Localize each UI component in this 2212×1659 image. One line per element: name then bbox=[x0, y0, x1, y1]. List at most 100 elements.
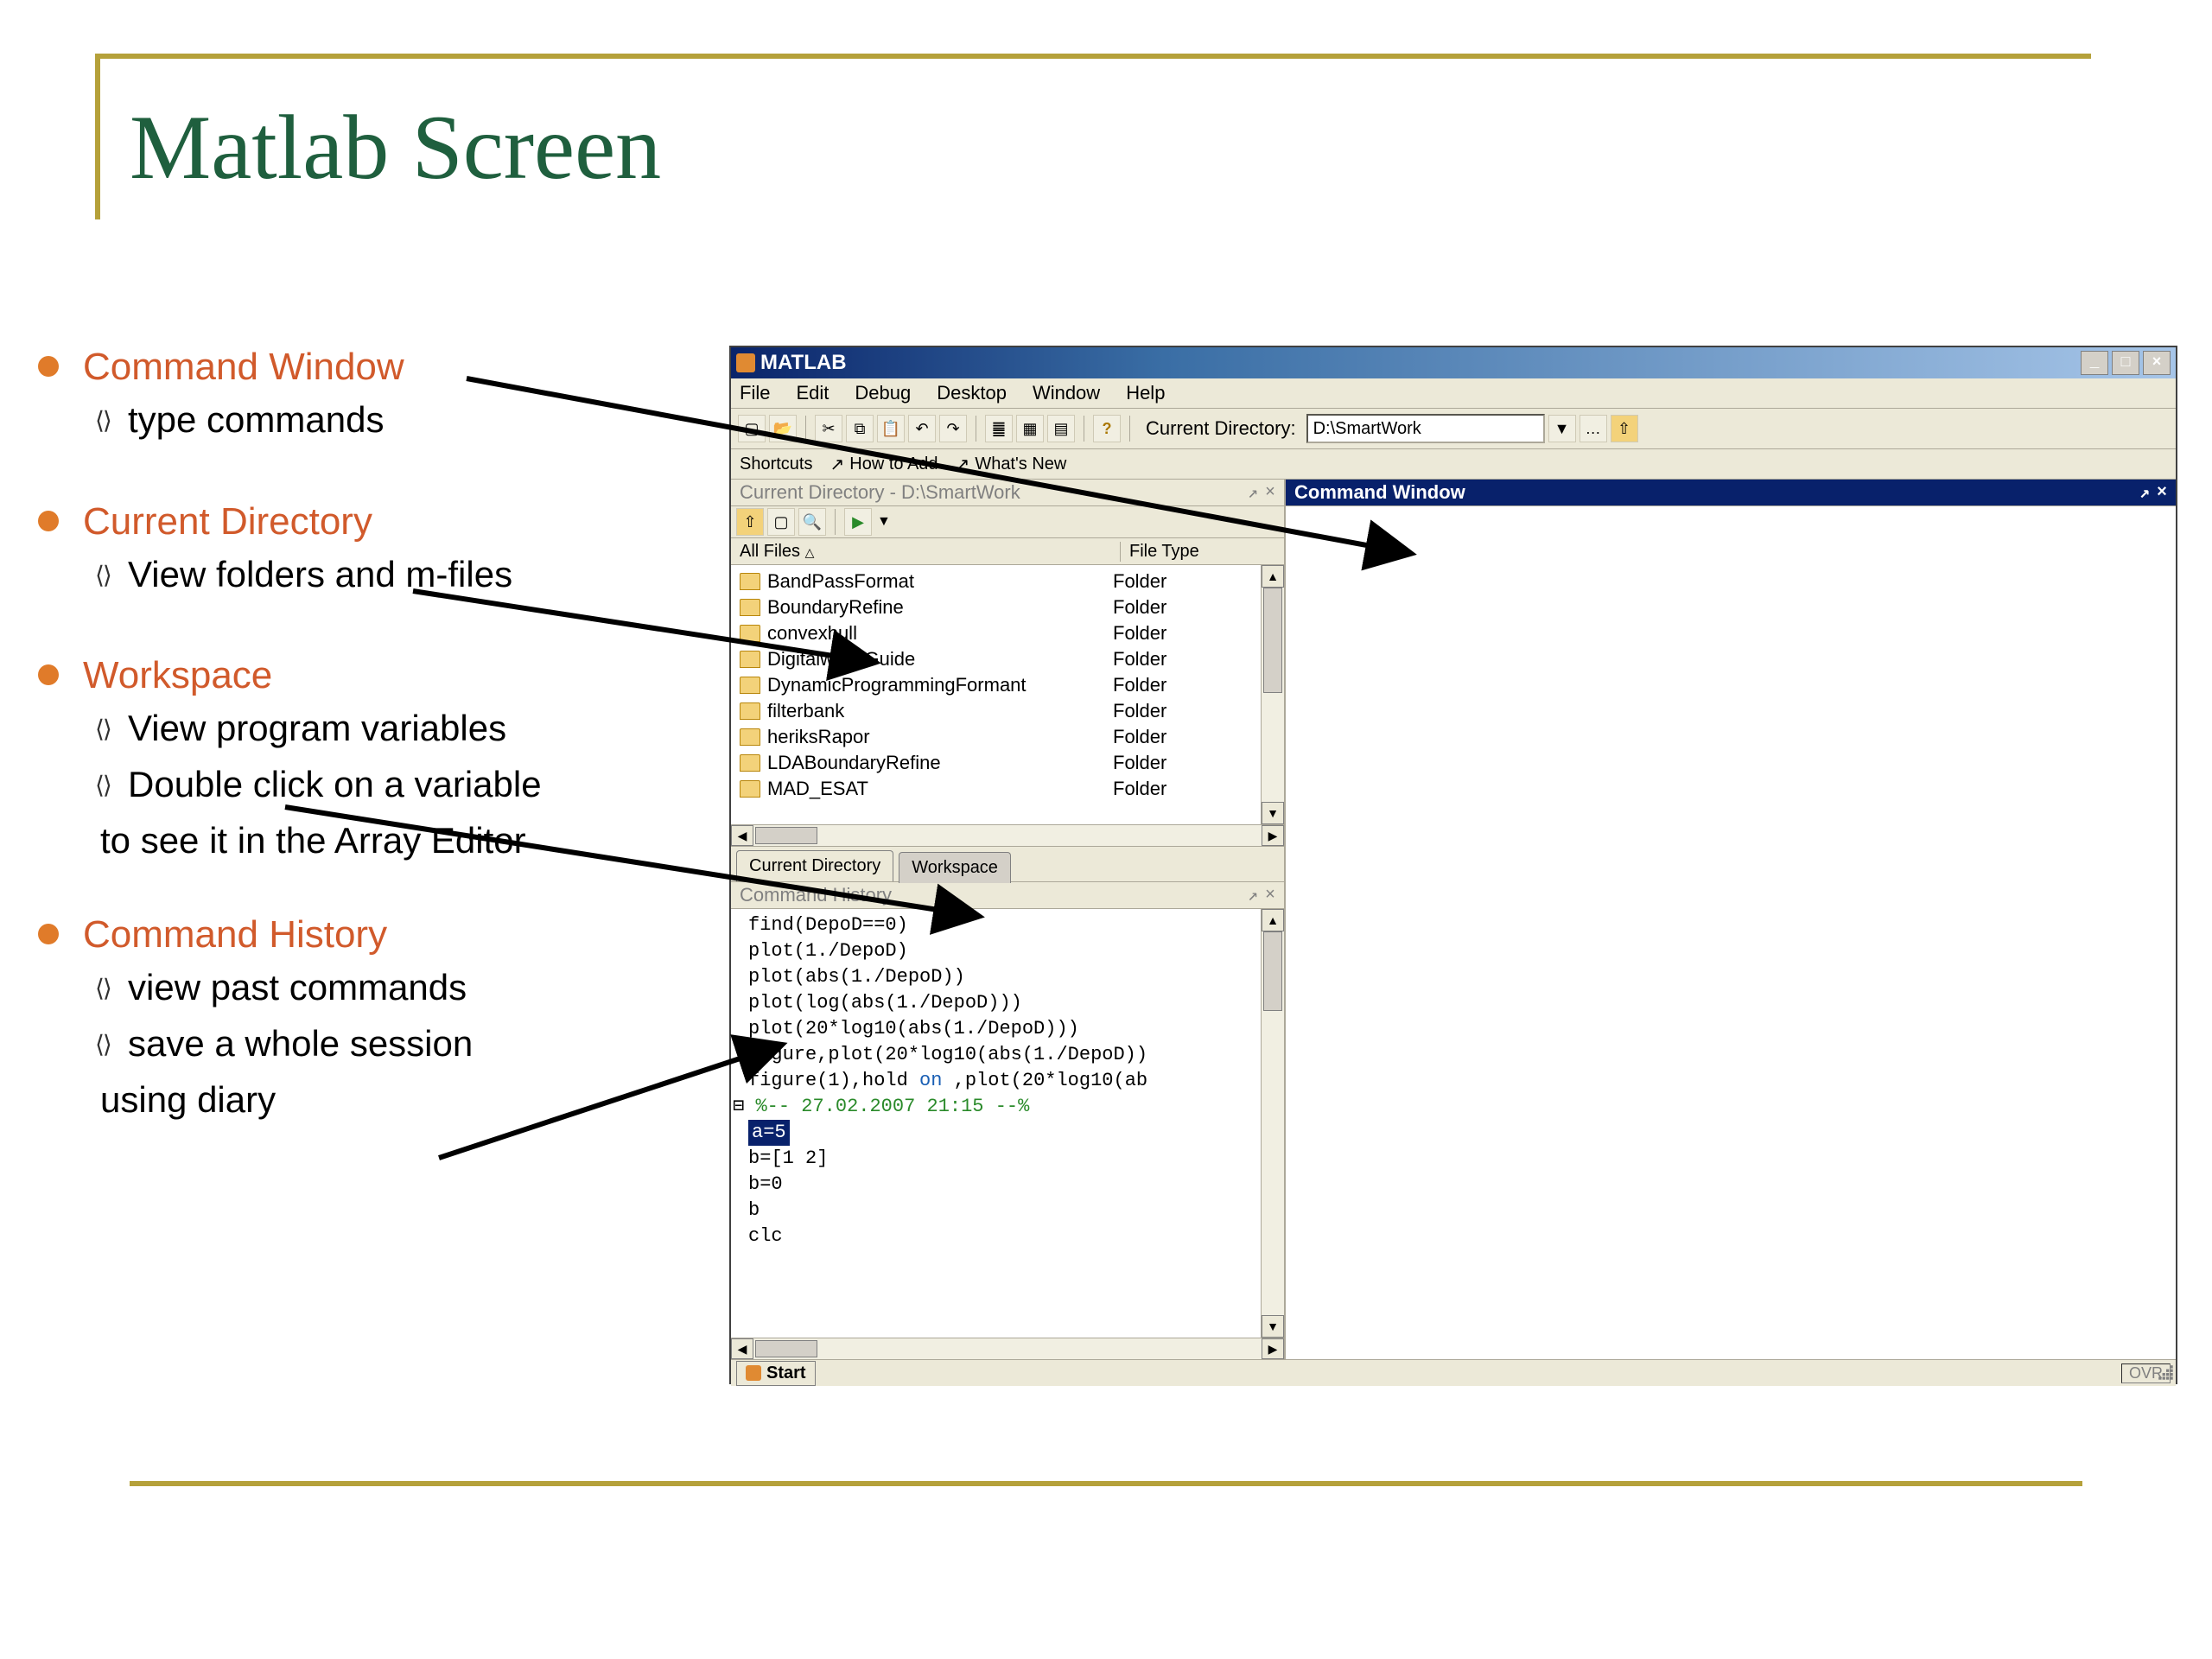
simulink-icon[interactable]: ䷀ bbox=[985, 415, 1013, 442]
history-line-date[interactable]: ⊟ %-- 27.02.2007 21:15 --% bbox=[733, 1094, 1261, 1120]
file-list: BandPassFormatFolder BoundaryRefineFolde… bbox=[731, 565, 1261, 824]
file-row[interactable]: convexhullFolder bbox=[731, 620, 1261, 646]
new-folder-icon[interactable]: ▢ bbox=[767, 508, 795, 536]
current-directory-field[interactable]: D:\SmartWork bbox=[1306, 414, 1545, 443]
scroll-right-icon[interactable]: ▶ bbox=[1262, 1338, 1284, 1359]
scroll-right-icon[interactable]: ▶ bbox=[1262, 825, 1284, 846]
vertical-scrollbar[interactable]: ▲ ▼ bbox=[1261, 565, 1284, 824]
up-folder-icon[interactable]: ⇧ bbox=[736, 508, 764, 536]
history-line[interactable]: b=[1 2] bbox=[748, 1146, 1261, 1172]
history-line[interactable]: b=0 bbox=[748, 1172, 1261, 1198]
horizontal-scrollbar[interactable]: ◀ ▶ bbox=[731, 1338, 1284, 1359]
folder-icon bbox=[740, 651, 760, 668]
bullet-ring-icon: ⟨⟩ bbox=[95, 771, 128, 799]
file-row[interactable]: filterbankFolder bbox=[731, 698, 1261, 724]
menu-window[interactable]: Window bbox=[1033, 382, 1100, 404]
history-line[interactable]: clc bbox=[748, 1224, 1261, 1249]
tab-workspace[interactable]: Workspace bbox=[899, 852, 1011, 883]
file-row[interactable]: MAD_ESATFolder bbox=[731, 776, 1261, 802]
shortcut-whats-new[interactable]: ↗What's New bbox=[956, 454, 1067, 475]
undo-icon[interactable]: ↶ bbox=[908, 415, 936, 442]
scroll-up-icon[interactable]: ▲ bbox=[1262, 565, 1284, 588]
menu-edit[interactable]: Edit bbox=[796, 382, 829, 404]
folder-icon bbox=[740, 573, 760, 590]
run-icon[interactable]: ▶ bbox=[844, 508, 872, 536]
redo-icon[interactable]: ↷ bbox=[939, 415, 967, 442]
scroll-up-icon[interactable]: ▲ bbox=[1262, 909, 1284, 931]
shortcuts-label: Shortcuts bbox=[740, 454, 812, 474]
command-window-panel-title[interactable]: Command Window ↗ × bbox=[1286, 480, 2176, 506]
paste-icon[interactable]: 📋 bbox=[877, 415, 905, 442]
scroll-left-icon[interactable]: ◀ bbox=[731, 1338, 753, 1359]
bullet-ring-icon: ⟨⟩ bbox=[95, 1030, 128, 1058]
matlab-logo-icon bbox=[746, 1365, 761, 1381]
close-panel-icon[interactable]: × bbox=[2157, 483, 2167, 503]
outline-sub-text: Double click on a variable bbox=[128, 760, 542, 810]
matlab-logo-icon bbox=[736, 353, 755, 372]
outline-sub-text: View program variables bbox=[128, 704, 506, 753]
command-history-panel-title[interactable]: Command History ↗ × bbox=[731, 882, 1284, 909]
guide-icon[interactable]: ▦ bbox=[1016, 415, 1044, 442]
file-row[interactable]: LDABoundaryRefineFolder bbox=[731, 750, 1261, 776]
undock-icon[interactable]: ↗ bbox=[1248, 481, 1258, 504]
outline-item-current-directory: Current Directory bbox=[38, 500, 747, 543]
history-line[interactable]: figure(1),hold on ,plot(20*log10(ab bbox=[748, 1068, 1261, 1094]
close-panel-icon[interactable]: × bbox=[1265, 483, 1275, 503]
history-line-selected[interactable]: a=5 bbox=[748, 1120, 1261, 1146]
file-list-header[interactable]: All Files △ File Type bbox=[731, 538, 1284, 565]
tab-current-directory[interactable]: Current Directory bbox=[736, 850, 893, 881]
browse-button[interactable]: … bbox=[1580, 415, 1607, 442]
status-bar: Start OVR bbox=[731, 1359, 2176, 1386]
menu-file[interactable]: File bbox=[740, 382, 770, 404]
profiler-icon[interactable]: ▤ bbox=[1047, 415, 1075, 442]
horizontal-scrollbar[interactable]: ◀ ▶ bbox=[731, 824, 1284, 846]
start-button[interactable]: Start bbox=[736, 1361, 816, 1386]
vertical-scrollbar[interactable]: ▲ ▼ bbox=[1261, 909, 1284, 1338]
maximize-button[interactable]: □ bbox=[2112, 351, 2139, 375]
file-row[interactable]: BandPassFormatFolder bbox=[731, 569, 1261, 594]
undock-icon[interactable]: ↗ bbox=[2139, 481, 2150, 504]
menu-debug[interactable]: Debug bbox=[855, 382, 911, 404]
command-history-list: find(DepoD==0) plot(1./DepoD) plot(abs(1… bbox=[731, 909, 1261, 1338]
window-titlebar[interactable]: MATLAB _ □ × bbox=[731, 347, 2176, 378]
file-row[interactable]: DynamicProgrammingFormantFolder bbox=[731, 672, 1261, 698]
outline-item-command-window: Command Window bbox=[38, 346, 747, 389]
undock-icon[interactable]: ↗ bbox=[1248, 884, 1258, 906]
menu-desktop[interactable]: Desktop bbox=[937, 382, 1007, 404]
folder-icon bbox=[740, 754, 760, 772]
menu-help[interactable]: Help bbox=[1126, 382, 1165, 404]
command-window-body[interactable] bbox=[1286, 506, 2176, 1359]
scroll-thumb[interactable] bbox=[755, 827, 817, 844]
file-row[interactable]: heriksRaporFolder bbox=[731, 724, 1261, 750]
new-file-icon[interactable]: ▢ bbox=[738, 415, 766, 442]
scroll-thumb[interactable] bbox=[1263, 931, 1282, 1011]
up-folder-icon[interactable]: ⇧ bbox=[1611, 415, 1638, 442]
find-icon[interactable]: 🔍 bbox=[798, 508, 826, 536]
dropdown-arrow-icon[interactable]: ▼ bbox=[877, 514, 891, 530]
history-line[interactable]: find(DepoD==0) bbox=[748, 912, 1261, 938]
open-file-icon[interactable]: 📂 bbox=[769, 415, 797, 442]
copy-icon[interactable]: ⧉ bbox=[846, 415, 874, 442]
history-line[interactable]: plot(20*log10(abs(1./DepoD))) bbox=[748, 1016, 1261, 1042]
scroll-left-icon[interactable]: ◀ bbox=[731, 825, 753, 846]
close-button[interactable]: × bbox=[2143, 351, 2171, 375]
dropdown-arrow-icon[interactable]: ▼ bbox=[1548, 415, 1576, 442]
history-line[interactable]: plot(abs(1./DepoD)) bbox=[748, 964, 1261, 990]
scroll-thumb[interactable] bbox=[755, 1340, 817, 1357]
cut-icon[interactable]: ✂ bbox=[815, 415, 842, 442]
shortcut-how-to-add[interactable]: ↗How to Add bbox=[830, 454, 938, 475]
current-directory-panel-title[interactable]: Current Directory - D:\SmartWork ↗ × bbox=[731, 480, 1284, 506]
scroll-down-icon[interactable]: ▼ bbox=[1262, 1315, 1284, 1338]
scroll-down-icon[interactable]: ▼ bbox=[1262, 802, 1284, 824]
file-row[interactable]: BoundaryRefineFolder bbox=[731, 594, 1261, 620]
file-row[interactable]: DigitalwaveGuideFolder bbox=[731, 646, 1261, 672]
history-line[interactable]: plot(1./DepoD) bbox=[748, 938, 1261, 964]
resize-grip-icon[interactable] bbox=[2157, 1363, 2176, 1382]
history-line[interactable]: plot(log(abs(1./DepoD))) bbox=[748, 990, 1261, 1016]
scroll-thumb[interactable] bbox=[1263, 588, 1282, 693]
help-icon[interactable]: ? bbox=[1093, 415, 1121, 442]
close-panel-icon[interactable]: × bbox=[1265, 886, 1275, 906]
history-line[interactable]: figure,plot(20*log10(abs(1./DepoD)) bbox=[748, 1042, 1261, 1068]
minimize-button[interactable]: _ bbox=[2081, 351, 2108, 375]
history-line[interactable]: b bbox=[748, 1198, 1261, 1224]
